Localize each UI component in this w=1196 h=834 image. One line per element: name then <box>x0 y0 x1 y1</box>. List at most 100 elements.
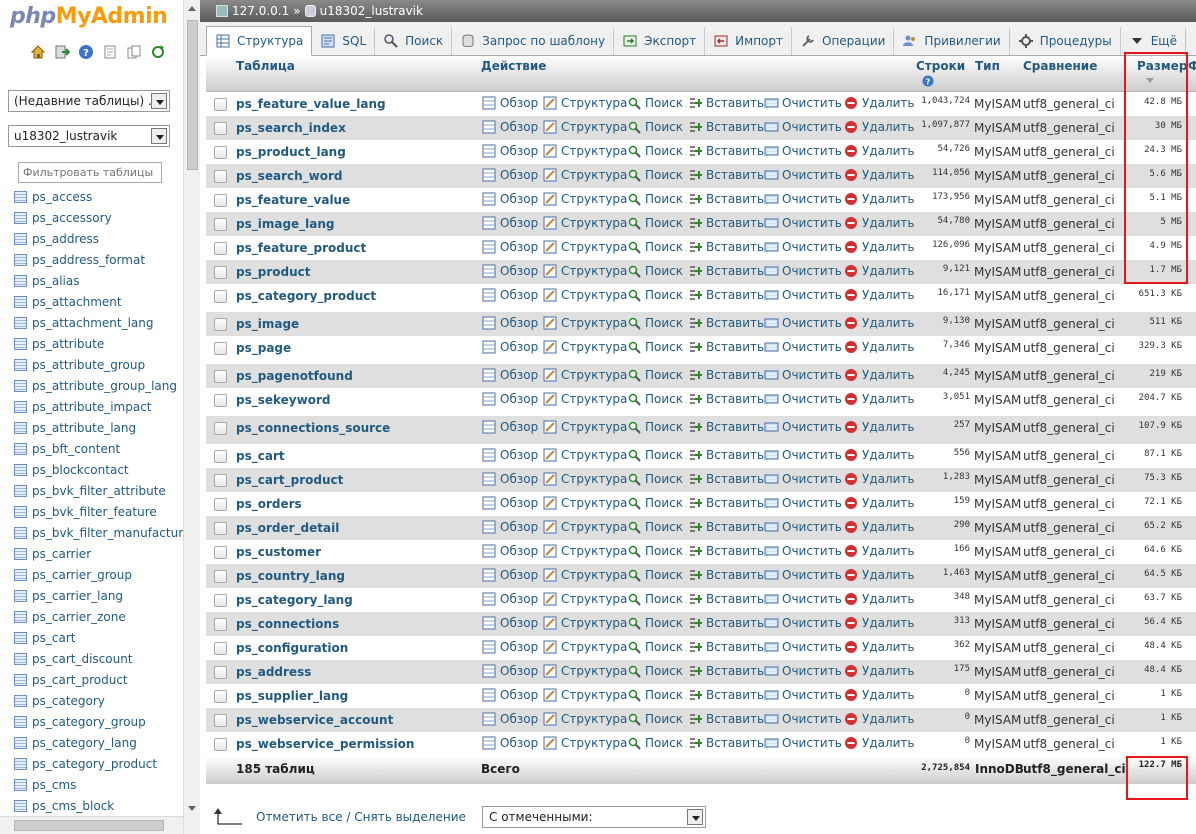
action-insert[interactable]: Вставить <box>688 640 764 654</box>
action-drop[interactable]: Удалить <box>844 316 915 330</box>
action-browse[interactable]: Обзор <box>482 736 538 750</box>
sidebar-table-item[interactable]: ps_category <box>14 690 182 711</box>
action-empty[interactable]: Очистить <box>764 168 842 182</box>
tab-sql[interactable]: SQL <box>312 27 376 55</box>
action-search[interactable]: Поиск <box>627 420 683 434</box>
action-structure[interactable]: Структура <box>543 736 627 750</box>
action-drop[interactable]: Удалить <box>844 568 915 582</box>
action-insert[interactable]: Вставить <box>688 712 764 726</box>
sidebar-table-item[interactable]: ps_cart_discount <box>14 648 182 669</box>
action-drop[interactable]: Удалить <box>844 392 915 406</box>
action-structure[interactable]: Структура <box>543 496 627 510</box>
row-checkbox[interactable] <box>214 714 227 727</box>
size-value[interactable]: 107.9 КБ <box>1116 420 1182 432</box>
action-drop[interactable]: Удалить <box>844 368 915 382</box>
sidebar-table-item[interactable]: ps_bvk_filter_attribute <box>14 480 182 501</box>
action-browse[interactable]: Обзор <box>482 96 538 110</box>
action-search[interactable]: Поиск <box>627 520 683 534</box>
action-structure[interactable]: Структура <box>543 420 627 434</box>
action-structure[interactable]: Структура <box>543 544 627 558</box>
action-drop[interactable]: Удалить <box>844 664 915 678</box>
action-search[interactable]: Поиск <box>627 568 683 582</box>
sidebar-table-item[interactable]: ps_attachment <box>14 291 182 312</box>
action-empty[interactable]: Очистить <box>764 316 842 330</box>
action-search[interactable]: Поиск <box>627 192 683 206</box>
action-empty[interactable]: Очистить <box>764 240 842 254</box>
action-drop[interactable]: Удалить <box>844 688 915 702</box>
table-name-link[interactable]: ps_product <box>236 265 310 279</box>
sidebar-table-item[interactable]: ps_cms_block <box>14 795 182 816</box>
table-name-link[interactable]: ps_image_lang <box>236 217 335 231</box>
action-empty[interactable]: Очистить <box>764 264 842 278</box>
action-browse[interactable]: Обзор <box>482 496 538 510</box>
action-empty[interactable]: Очистить <box>764 420 842 434</box>
action-drop[interactable]: Удалить <box>844 288 915 302</box>
action-drop[interactable]: Удалить <box>844 420 915 434</box>
action-structure[interactable]: Структура <box>543 392 627 406</box>
size-value[interactable]: 651.3 КБ <box>1116 288 1182 300</box>
row-checkbox[interactable] <box>214 342 227 355</box>
table-name-link[interactable]: ps_category_product <box>236 289 376 303</box>
help-icon[interactable]: ? <box>78 44 94 60</box>
action-search[interactable]: Поиск <box>627 288 683 302</box>
row-checkbox[interactable] <box>214 98 227 111</box>
column-table[interactable]: Таблица <box>236 59 295 73</box>
phpmyadmin-logo[interactable]: phpMyAdmin <box>10 4 168 29</box>
table-name-link[interactable]: ps_feature_value <box>236 193 350 207</box>
row-checkbox[interactable] <box>214 738 227 751</box>
check-all-link[interactable]: Отметить все / Снять выделение <box>256 810 466 824</box>
action-search[interactable]: Поиск <box>627 664 683 678</box>
tab-query[interactable]: Запрос по шаблону <box>452 27 615 55</box>
action-search[interactable]: Поиск <box>627 168 683 182</box>
action-empty[interactable]: Очистить <box>764 664 842 678</box>
sidebar-table-item[interactable]: ps_alias <box>14 270 182 291</box>
row-checkbox[interactable] <box>214 498 227 511</box>
size-value[interactable]: 329.3 КБ <box>1116 340 1182 352</box>
action-search[interactable]: Поиск <box>627 616 683 630</box>
breadcrumb-server[interactable]: 127.0.0.1 <box>232 4 289 18</box>
action-search[interactable]: Поиск <box>627 640 683 654</box>
action-drop[interactable]: Удалить <box>844 736 915 750</box>
table-name-link[interactable]: ps_pagenotfound <box>236 369 353 383</box>
action-empty[interactable]: Очистить <box>764 544 842 558</box>
action-drop[interactable]: Удалить <box>844 168 915 182</box>
sidebar-table-item[interactable]: ps_blockcontact <box>14 459 182 480</box>
scroll-up-icon[interactable] <box>188 6 196 11</box>
table-name-link[interactable]: ps_configuration <box>236 641 348 655</box>
table-name-link[interactable]: ps_orders <box>236 497 302 511</box>
home-icon[interactable] <box>30 44 46 60</box>
action-insert[interactable]: Вставить <box>688 664 764 678</box>
size-value[interactable]: 63.7 КБ <box>1116 592 1182 604</box>
row-checkbox[interactable] <box>214 594 227 607</box>
table-name-link[interactable]: ps_image <box>236 317 299 331</box>
action-drop[interactable]: Удалить <box>844 472 915 486</box>
action-browse[interactable]: Обзор <box>482 168 538 182</box>
action-structure[interactable]: Структура <box>543 640 627 654</box>
row-checkbox[interactable] <box>214 122 227 135</box>
action-empty[interactable]: Очистить <box>764 640 842 654</box>
action-insert[interactable]: Вставить <box>688 568 764 582</box>
action-browse[interactable]: Обзор <box>482 316 538 330</box>
size-value[interactable]: 42.8 МБ <box>1116 96 1182 108</box>
action-insert[interactable]: Вставить <box>688 144 764 158</box>
action-drop[interactable]: Удалить <box>844 96 915 110</box>
action-browse[interactable]: Обзор <box>482 592 538 606</box>
action-insert[interactable]: Вставить <box>688 96 764 110</box>
action-drop[interactable]: Удалить <box>844 640 915 654</box>
action-empty[interactable]: Очистить <box>764 120 842 134</box>
row-checkbox[interactable] <box>214 318 227 331</box>
action-structure[interactable]: Структура <box>543 472 627 486</box>
action-drop[interactable]: Удалить <box>844 340 915 354</box>
table-name-link[interactable]: ps_feature_value_lang <box>236 97 386 111</box>
action-empty[interactable]: Очистить <box>764 368 842 382</box>
action-structure[interactable]: Структура <box>543 240 627 254</box>
tab-more[interactable]: Ещё <box>1121 27 1186 55</box>
action-browse[interactable]: Обзор <box>482 568 538 582</box>
scroll-thumb[interactable] <box>187 20 198 170</box>
action-browse[interactable]: Обзор <box>482 616 538 630</box>
action-browse[interactable]: Обзор <box>482 448 538 462</box>
action-structure[interactable]: Структура <box>543 264 627 278</box>
row-checkbox[interactable] <box>214 266 227 279</box>
table-name-link[interactable]: ps_connections_source <box>236 421 390 435</box>
action-empty[interactable]: Очистить <box>764 392 842 406</box>
